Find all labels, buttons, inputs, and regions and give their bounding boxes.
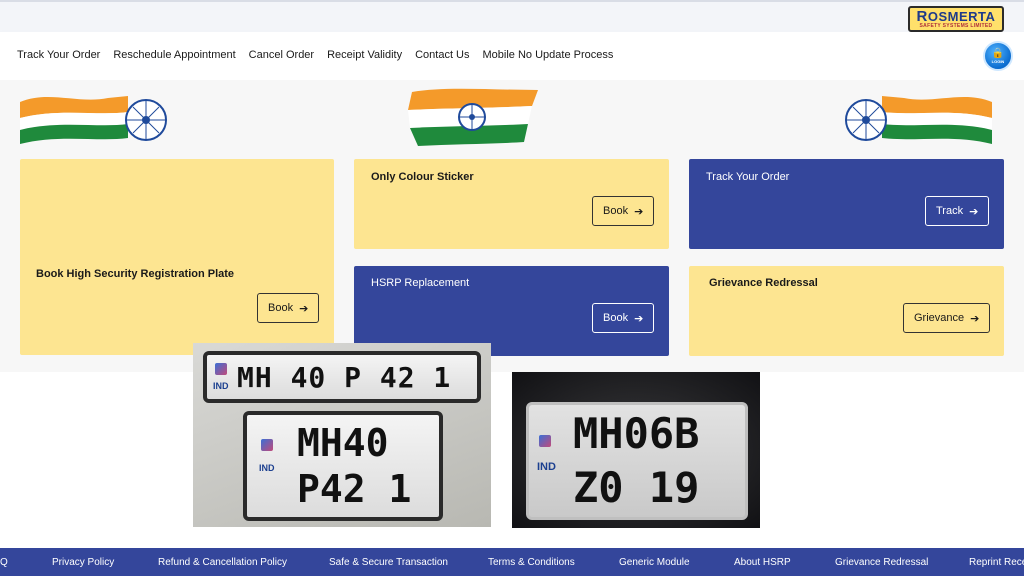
- footer-bar: Q Privacy Policy Refund & Cancellation P…: [0, 548, 1024, 576]
- long-plate-number: MH 40 P 42 1: [237, 361, 452, 394]
- right-plate-line1: MH06B: [573, 409, 700, 458]
- arrow-right-icon: ➔: [634, 312, 644, 325]
- nav-cancel-order[interactable]: Cancel Order: [249, 49, 314, 61]
- footer-link-reprint-receipt[interactable]: Reprint Rece: [969, 557, 1024, 568]
- footer-link-grievance[interactable]: Grievance Redressal: [835, 557, 928, 568]
- rosmerta-logo[interactable]: ROSMERTA SAFETY SYSTEMS LIMITED: [908, 6, 1004, 32]
- long-number-plate: IND MH 40 P 42 1: [203, 351, 481, 403]
- footer-link-refund-policy[interactable]: Refund & Cancellation Policy: [158, 557, 287, 568]
- hologram-icon: [261, 439, 273, 451]
- footer-link-generic-module[interactable]: Generic Module: [619, 557, 690, 568]
- book-hsrp-button[interactable]: Book ➔: [257, 293, 320, 323]
- card-track-order: Track Your Order Track ➔: [689, 159, 1004, 249]
- lock-icon: 🔒: [991, 47, 1005, 59]
- colour-sticker-book-button[interactable]: Book ➔: [592, 196, 655, 226]
- card-track-order-title: Track Your Order: [706, 171, 790, 183]
- india-flag-left-icon: [20, 96, 167, 144]
- main-navbar: Track Your Order Reschedule Appointment …: [0, 32, 1024, 80]
- footer-link-about-hsrp[interactable]: About HSRP: [734, 557, 791, 568]
- hsrp-replacement-button-label: Book: [603, 312, 629, 324]
- hologram-icon: [215, 363, 227, 375]
- plate-photo-right: IND MH06B Z0 19: [512, 372, 760, 528]
- arrow-right-icon: ➔: [970, 312, 980, 325]
- card-grievance: Grievance Redressal Grievance ➔: [689, 266, 1004, 356]
- right-number-plate: IND MH06B Z0 19: [526, 402, 748, 520]
- footer-link-terms[interactable]: Terms & Conditions: [488, 557, 575, 568]
- grievance-button-label: Grievance: [914, 312, 965, 324]
- right-plate-line2: Z0 19: [573, 463, 700, 512]
- book-hsrp-button-label: Book: [268, 302, 294, 314]
- card-colour-sticker: Only Colour Sticker Book ➔: [354, 159, 669, 249]
- nav-receipt-validity[interactable]: Receipt Validity: [327, 49, 402, 61]
- card-book-hsrp: Book High Security Registration Plate Bo…: [20, 159, 334, 355]
- track-order-button[interactable]: Track ➔: [925, 196, 990, 226]
- arrow-right-icon: ➔: [969, 205, 979, 218]
- hsrp-replacement-book-button[interactable]: Book ➔: [592, 303, 655, 333]
- footer-link-safe-transaction[interactable]: Safe & Secure Transaction: [329, 557, 448, 568]
- footer-link-faq[interactable]: Q: [0, 557, 8, 568]
- nav-list: Track Your Order Reschedule Appointment …: [17, 49, 613, 61]
- card-grievance-title: Grievance Redressal: [709, 277, 818, 289]
- card-colour-sticker-title: Only Colour Sticker: [371, 171, 474, 183]
- india-flag-center-icon: [408, 88, 538, 146]
- card-hsrp-replacement-title: HSRP Replacement: [371, 277, 470, 289]
- logo-tagline: SAFETY SYSTEMS LIMITED: [919, 22, 993, 29]
- square-plate-line2: P42 1: [297, 467, 412, 511]
- colour-sticker-button-label: Book: [603, 205, 629, 217]
- nav-track-your-order[interactable]: Track Your Order: [17, 49, 100, 61]
- login-button[interactable]: 🔒 LOGIN: [983, 41, 1013, 71]
- plate-ind-label: IND: [259, 463, 275, 473]
- grievance-button[interactable]: Grievance ➔: [903, 303, 991, 333]
- arrow-right-icon: ➔: [634, 205, 644, 218]
- top-strip: ROSMERTA SAFETY SYSTEMS LIMITED: [0, 0, 1024, 32]
- square-number-plate: IND MH40 P42 1: [243, 411, 443, 521]
- plate-ind-label: IND: [537, 461, 556, 473]
- plates-photo-left: IND MH 40 P 42 1 IND MH40 P42 1: [193, 343, 491, 527]
- india-flag-right-icon: [845, 96, 992, 144]
- nav-contact-us[interactable]: Contact Us: [415, 49, 469, 61]
- nav-reschedule-appointment[interactable]: Reschedule Appointment: [113, 49, 235, 61]
- arrow-right-icon: ➔: [299, 302, 309, 315]
- login-label: LOGIN: [991, 58, 1005, 64]
- plate-ind-label: IND: [213, 381, 229, 391]
- hologram-icon: [539, 435, 551, 447]
- logo-name: ROSMERTA: [916, 7, 996, 25]
- footer-link-privacy-policy[interactable]: Privacy Policy: [52, 557, 114, 568]
- card-book-hsrp-title: Book High Security Registration Plate: [36, 268, 235, 280]
- square-plate-line1: MH40: [297, 421, 389, 465]
- track-order-button-label: Track: [936, 205, 964, 217]
- nav-mobile-no-update[interactable]: Mobile No Update Process: [483, 49, 614, 61]
